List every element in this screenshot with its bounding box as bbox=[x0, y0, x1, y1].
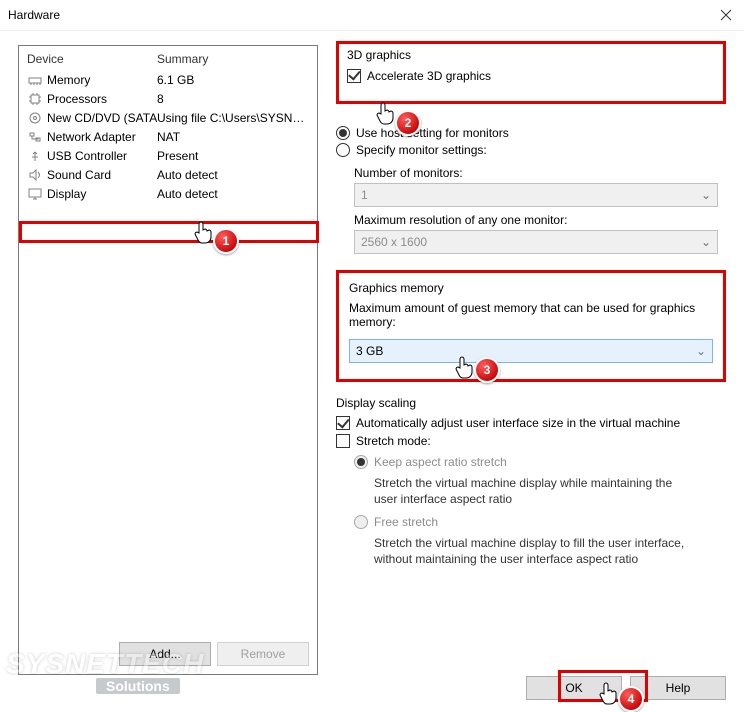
max-resolution-select: 2560 x 1600 ⌄ bbox=[354, 230, 718, 254]
device-summary: Using file C:\Users\SYSNETT... bbox=[157, 111, 309, 125]
num-monitors-select: 1 ⌄ bbox=[354, 183, 718, 207]
col-header-device: Device bbox=[27, 52, 157, 66]
checkbox-icon bbox=[336, 416, 350, 430]
group-graphics-memory: Graphics memory Maximum amount of guest … bbox=[336, 270, 726, 382]
stretch-mode-checkbox[interactable]: Stretch mode: bbox=[336, 434, 431, 448]
max-resolution-label: Maximum resolution of any one monitor: bbox=[354, 213, 726, 227]
group-title-gmem: Graphics memory bbox=[349, 281, 713, 295]
chevron-down-icon: ⌄ bbox=[701, 188, 711, 202]
window-title: Hardware bbox=[8, 8, 60, 22]
stretch-mode-label: Stretch mode: bbox=[356, 434, 431, 448]
radio-icon bbox=[354, 515, 368, 529]
device-summary: NAT bbox=[157, 130, 309, 144]
chevron-down-icon: ⌄ bbox=[696, 344, 706, 358]
auto-adjust-checkbox[interactable]: Automatically adjust user interface size… bbox=[336, 416, 680, 430]
device-row-processors[interactable]: Processors 8 bbox=[19, 89, 317, 108]
device-label: Display bbox=[47, 187, 157, 201]
device-row-cddvd[interactable]: New CD/DVD (SATA) Using file C:\Users\SY… bbox=[19, 108, 317, 127]
device-label: Memory bbox=[47, 73, 157, 87]
specify-monitor-label: Specify monitor settings: bbox=[356, 143, 487, 157]
settings-panel: 3D graphics Accelerate 3D graphics Use h… bbox=[318, 45, 726, 694]
usb-icon bbox=[27, 149, 43, 163]
radio-icon bbox=[354, 455, 368, 469]
keep-aspect-label: Keep aspect ratio stretch bbox=[374, 455, 507, 469]
col-header-summary: Summary bbox=[157, 52, 309, 66]
add-device-button[interactable]: Add... bbox=[119, 642, 211, 666]
device-label: Processors bbox=[47, 92, 157, 106]
free-stretch-radio: Free stretch bbox=[354, 515, 438, 529]
auto-adjust-label: Automatically adjust user interface size… bbox=[356, 416, 680, 430]
num-monitors-value: 1 bbox=[361, 188, 368, 202]
device-row-sound[interactable]: Sound Card Auto detect bbox=[19, 165, 317, 184]
checkbox-icon bbox=[336, 434, 350, 448]
group-title-scaling: Display scaling bbox=[336, 396, 726, 410]
keep-aspect-radio: Keep aspect ratio stretch bbox=[354, 455, 507, 469]
close-button[interactable] bbox=[714, 4, 738, 26]
gmem-description: Maximum amount of guest memory that can … bbox=[349, 301, 713, 329]
group-title-3d: 3D graphics bbox=[347, 48, 715, 62]
free-stretch-label: Free stretch bbox=[374, 515, 438, 529]
device-summary: Present bbox=[157, 149, 309, 163]
accelerate-3d-label: Accelerate 3D graphics bbox=[367, 69, 491, 83]
device-summary: 6.1 GB bbox=[157, 73, 309, 87]
device-summary: Auto detect bbox=[157, 168, 309, 182]
annotation-badge-1: 1 bbox=[213, 228, 239, 254]
device-summary: 8 bbox=[157, 92, 309, 106]
annotation-badge-3: 3 bbox=[474, 357, 500, 383]
sound-icon bbox=[27, 168, 43, 182]
graphics-memory-value: 3 GB bbox=[356, 344, 383, 358]
annotation-badge-4: 4 bbox=[618, 686, 644, 712]
chevron-down-icon: ⌄ bbox=[701, 235, 711, 249]
radio-icon bbox=[336, 126, 350, 140]
device-label: USB Controller bbox=[47, 149, 157, 163]
close-icon bbox=[720, 9, 732, 21]
device-row-usb[interactable]: USB Controller Present bbox=[19, 146, 317, 165]
free-stretch-desc: Stretch the virtual machine display to f… bbox=[374, 535, 694, 567]
display-icon bbox=[27, 187, 43, 201]
cpu-icon bbox=[27, 92, 43, 106]
remove-device-button: Remove bbox=[217, 642, 309, 666]
device-list-panel: Device Summary Memory 6.1 GB Processors … bbox=[18, 45, 318, 675]
checkbox-icon bbox=[347, 69, 361, 83]
num-monitors-label: Number of monitors: bbox=[354, 166, 726, 180]
device-row-memory[interactable]: Memory 6.1 GB bbox=[19, 70, 317, 89]
annotation-badge-2: 2 bbox=[395, 110, 421, 136]
disc-icon bbox=[27, 111, 43, 125]
device-summary: Auto detect bbox=[157, 187, 309, 201]
graphics-memory-select[interactable]: 3 GB ⌄ bbox=[349, 339, 713, 363]
specify-monitor-radio[interactable]: Specify monitor settings: bbox=[336, 143, 487, 157]
device-label: Network Adapter bbox=[47, 130, 157, 144]
device-label: Sound Card bbox=[47, 168, 157, 182]
use-host-label: Use host setting for monitors bbox=[356, 126, 509, 140]
help-button[interactable]: Help bbox=[630, 676, 726, 700]
network-icon bbox=[27, 130, 43, 144]
keep-aspect-desc: Stretch the virtual machine display whil… bbox=[374, 475, 694, 507]
device-row-display[interactable]: Display Auto detect bbox=[19, 184, 317, 203]
device-label: New CD/DVD (SATA) bbox=[47, 111, 157, 125]
max-resolution-value: 2560 x 1600 bbox=[361, 235, 427, 249]
accelerate-3d-checkbox[interactable]: Accelerate 3D graphics bbox=[347, 69, 491, 83]
group-3d-graphics: 3D graphics Accelerate 3D graphics bbox=[336, 41, 726, 104]
ok-button[interactable]: OK bbox=[526, 676, 622, 700]
annotation-box-1 bbox=[19, 221, 319, 243]
memory-icon bbox=[27, 73, 43, 87]
radio-icon bbox=[336, 143, 350, 157]
use-host-radio[interactable]: Use host setting for monitors bbox=[336, 126, 509, 140]
device-row-network[interactable]: Network Adapter NAT bbox=[19, 127, 317, 146]
